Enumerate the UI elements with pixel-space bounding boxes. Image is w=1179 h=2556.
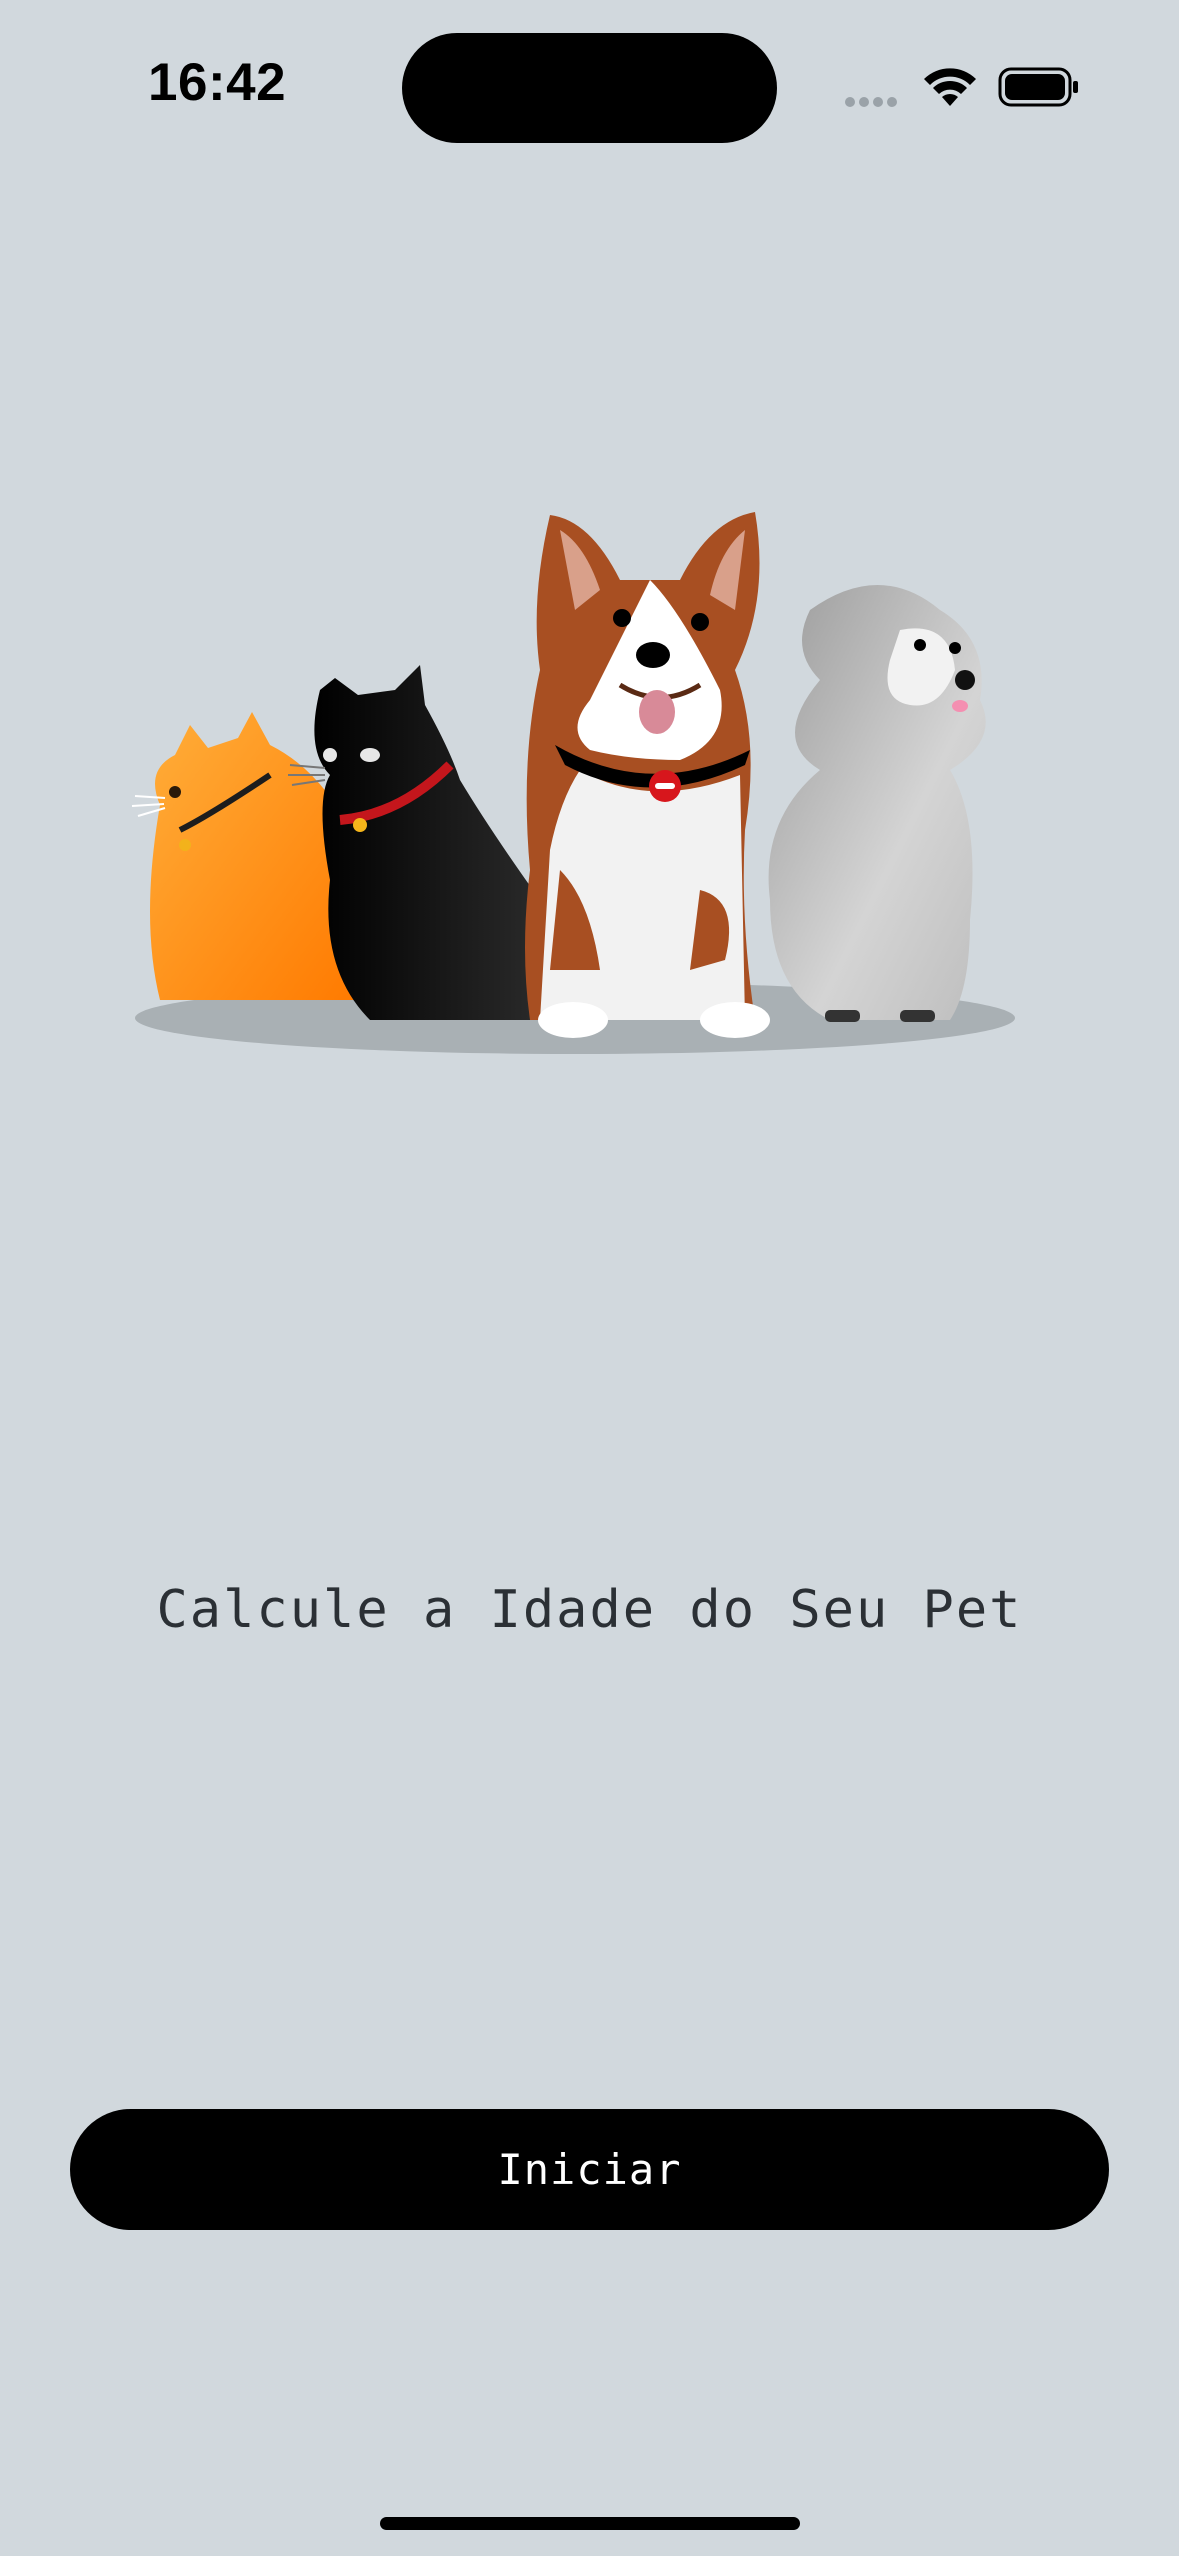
home-indicator[interactable]: [380, 2517, 800, 2530]
status-time: 16:42: [148, 53, 287, 112]
page-title: Calcule a Idade do Seu Pet: [156, 1580, 1023, 1640]
corgi-figure: [525, 512, 770, 1038]
dynamic-island: [402, 33, 777, 143]
start-button[interactable]: Iniciar: [70, 2109, 1109, 2230]
gray-poodle-figure: [768, 585, 986, 1022]
battery-icon: [998, 67, 1078, 107]
status-bar: 16:42: [0, 0, 1179, 150]
wifi-icon: [924, 68, 976, 106]
cellular-signal-icon: [845, 94, 901, 112]
pets-illustration: [131, 512, 1015, 1054]
